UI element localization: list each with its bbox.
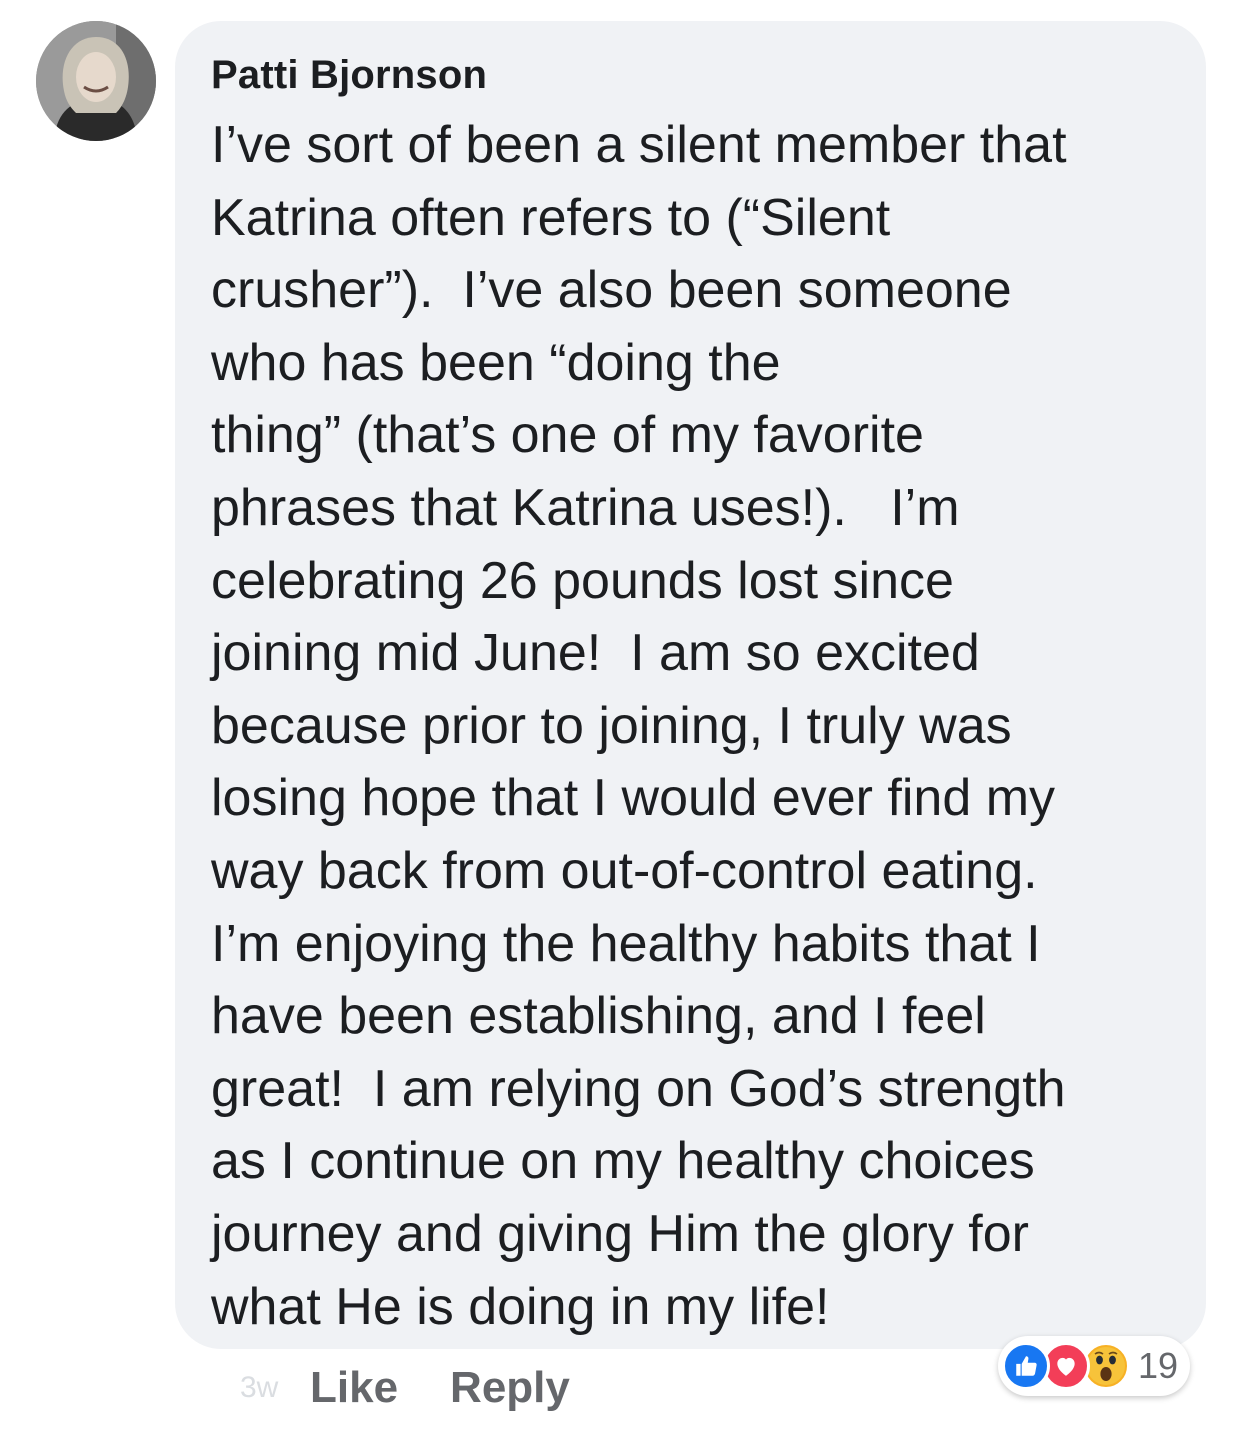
comment-line: great! I am relying on God’s strength xyxy=(211,1059,1066,1118)
comment-line: crusher”). I’ve also been someone xyxy=(211,261,1012,320)
comment-author[interactable]: Patti Bjornson xyxy=(211,49,1176,101)
comment-line: who has been “doing the xyxy=(211,333,781,392)
comment-line: Katrina often refers to (“Silent xyxy=(211,188,891,247)
comment-line: thing” (that’s one of my favorite xyxy=(211,406,924,465)
comment-text: I’ve sort of been a silent member that K… xyxy=(211,109,1176,1343)
comment-line: because prior to joining, I truly was xyxy=(211,696,1012,755)
comment-actions: 3w Like Reply xyxy=(240,1358,622,1418)
comment-line: way back from out-of-control eating. xyxy=(211,841,1038,900)
comment-line: celebrating 26 pounds lost since xyxy=(211,551,954,610)
comment-line: as I continue on my healthy choices xyxy=(211,1132,1035,1191)
comment-line: phrases that Katrina uses!). I’m xyxy=(211,478,960,537)
avatar-photo xyxy=(36,21,156,141)
comment-line: have been establishing, and I feel xyxy=(211,987,986,1046)
avatar[interactable] xyxy=(36,21,156,141)
reaction-count: 19 xyxy=(1138,1345,1179,1386)
comment-line: joining mid June! I am so excited xyxy=(211,624,980,683)
like-button[interactable]: Like xyxy=(310,1363,398,1413)
comment-line: what He is doing in my life! xyxy=(211,1277,830,1336)
comment-bubble: Patti Bjornson I’ve sort of been a silen… xyxy=(175,21,1206,1349)
comment-line: losing hope that I would ever find my xyxy=(211,769,1056,828)
reactions-summary[interactable]: 19 xyxy=(998,1336,1191,1396)
comment-line: I’m enjoying the healthy habits that I xyxy=(211,914,1041,973)
comment-line: I’ve sort of been a silent member that xyxy=(211,116,1067,174)
like-icon xyxy=(1002,1342,1050,1390)
comment-line: journey and giving Him the glory for xyxy=(211,1204,1029,1263)
reply-button[interactable]: Reply xyxy=(450,1363,570,1413)
comment-timestamp[interactable]: 3w xyxy=(240,1371,310,1405)
